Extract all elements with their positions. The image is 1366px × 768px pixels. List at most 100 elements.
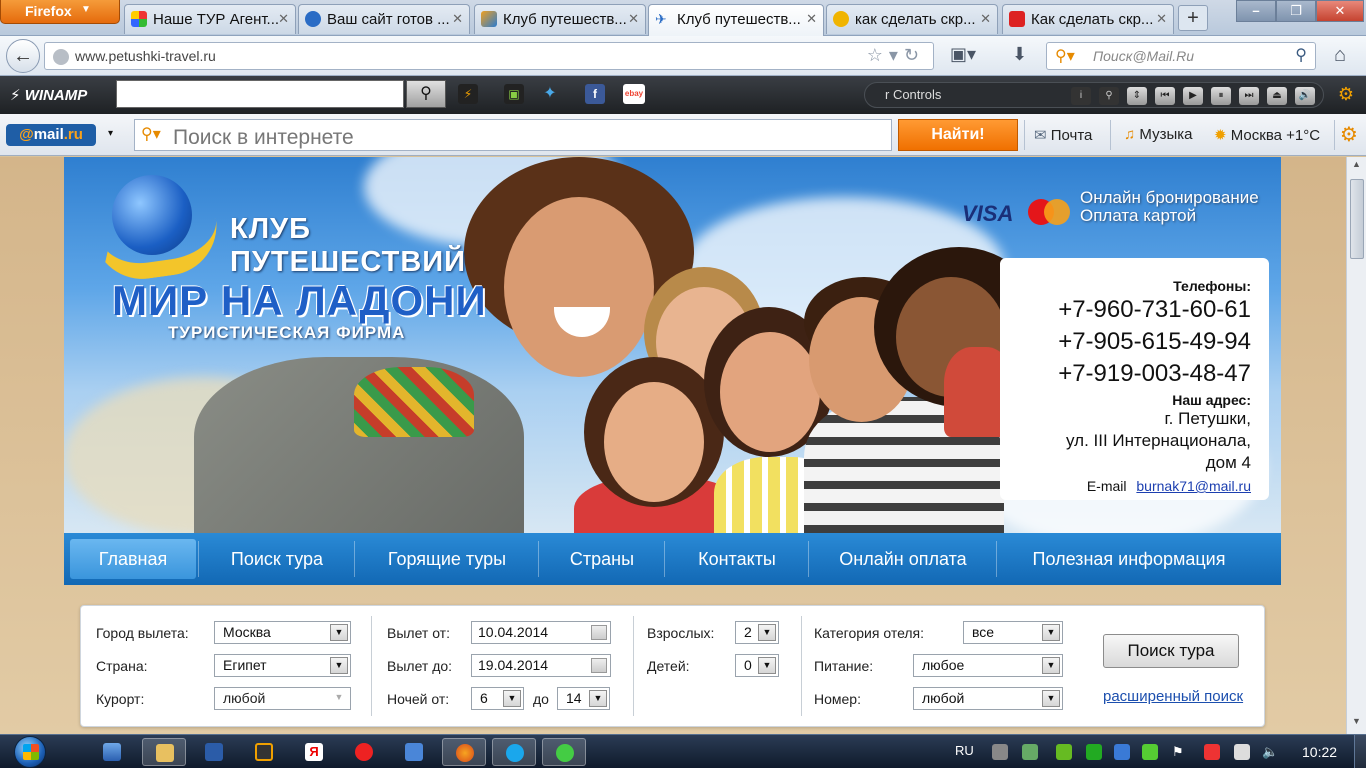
antivirus-icon[interactable] [1204, 744, 1220, 760]
scroll-up-arrow-icon[interactable]: ▲ [1349, 159, 1364, 175]
close-window-button[interactable]: ✕ [1316, 0, 1364, 22]
depart-to-input[interactable]: 19.04.2014 [471, 654, 611, 677]
resort-select[interactable]: любой ▼ [214, 687, 351, 710]
dropdown-arrow-icon[interactable]: ▾ [108, 128, 113, 139]
calendar-icon[interactable] [591, 658, 607, 673]
menu-item-countries[interactable]: Страны [540, 533, 664, 585]
find-button[interactable]: Найти! [898, 119, 1018, 151]
city-select[interactable]: Москва ▼ [214, 621, 351, 644]
clover-icon[interactable] [1086, 744, 1102, 760]
battery-icon[interactable] [1234, 744, 1250, 760]
menu-item-useful-info[interactable]: Полезная информация [998, 533, 1260, 585]
gear-icon[interactable]: ⚙ [1340, 122, 1358, 147]
volume-icon[interactable]: 🔈 [1262, 744, 1278, 760]
menu-item-tour-search[interactable]: Поиск тура [200, 533, 354, 585]
android-icon[interactable]: ▣ [504, 84, 524, 104]
menu-item-hot-tours[interactable]: Горящие туры [356, 533, 538, 585]
taskbar-app[interactable] [442, 738, 486, 766]
country-select[interactable]: Египет ▼ [214, 654, 351, 677]
nights-to-select[interactable]: 14 ▼ [557, 687, 610, 710]
maximize-button[interactable]: ❐ [1276, 0, 1316, 22]
browser-search-box[interactable]: ⚲▾ Поиск@Mail.Ru ⚲ [1046, 42, 1316, 70]
winamp-app-icon[interactable]: ⚡ [458, 84, 478, 104]
clock[interactable]: 10:22 [1302, 744, 1337, 760]
taskbar-app[interactable] [192, 738, 236, 766]
firefox-menu-button[interactable]: Firefox ▼ [0, 0, 120, 24]
winamp-search-input[interactable] [116, 80, 404, 108]
bookmark-star-icon[interactable]: ☆▾↻ [867, 45, 925, 66]
depart-from-input[interactable]: 10.04.2014 [471, 621, 611, 644]
search-engine-icon[interactable]: ⚲▾ [141, 124, 161, 144]
meals-select[interactable]: любое ▼ [913, 654, 1063, 677]
taskbar-app[interactable] [242, 738, 286, 766]
music-link[interactable]: ♫ Музыка [1124, 126, 1192, 143]
hotel-category-select[interactable]: все ▼ [963, 621, 1063, 644]
next-track-icon[interactable]: ⏭ [1239, 87, 1259, 105]
scroll-down-arrow-icon[interactable]: ▼ [1349, 716, 1364, 732]
nvidia-icon[interactable] [1056, 744, 1072, 760]
language-indicator[interactable]: RU [955, 743, 974, 758]
close-tab-icon[interactable]: ✕ [452, 11, 463, 27]
gear-icon[interactable]: ⚙ [1336, 84, 1356, 104]
taskbar-app[interactable] [492, 738, 536, 766]
home-icon[interactable]: ⌂ [1334, 44, 1346, 67]
menu-item-online-payment[interactable]: Онлайн оплата [810, 533, 996, 585]
info-icon[interactable]: i [1071, 87, 1091, 105]
twitter-icon[interactable]: ✦ [540, 84, 560, 104]
pause-icon[interactable]: ⏸ [1211, 87, 1231, 105]
network-icon[interactable] [992, 744, 1008, 760]
eject-icon[interactable]: ⏏ [1267, 87, 1287, 105]
check-icon[interactable] [1142, 744, 1158, 760]
email-link[interactable]: burnak71@mail.ru [1136, 478, 1251, 494]
start-button[interactable] [14, 736, 46, 768]
volume-icon[interactable]: 🔊 [1295, 87, 1315, 105]
app-tray-icon[interactable] [1114, 744, 1130, 760]
search-icon[interactable]: ⚲ [1099, 87, 1119, 105]
menu-item-contacts[interactable]: Контакты [666, 533, 808, 585]
children-select[interactable]: 0 ▼ [735, 654, 779, 677]
search-engine-icon[interactable]: ⚲▾ [1055, 46, 1075, 66]
search-icon[interactable]: ⚲ [1295, 45, 1307, 65]
facebook-icon[interactable]: f [585, 84, 605, 104]
taskbar-app[interactable] [142, 738, 186, 766]
download-icon[interactable]: ⬇ [1012, 44, 1027, 65]
address-bar[interactable]: www.petushki-travel.ru ☆▾↻ [44, 42, 934, 70]
close-tab-icon[interactable]: ✕ [980, 11, 991, 27]
close-tab-icon[interactable]: ✕ [806, 11, 817, 27]
weather-link[interactable]: ✹ Москва +1°C [1214, 126, 1320, 144]
close-tab-icon[interactable]: ✕ [628, 11, 639, 27]
mail-link[interactable]: ✉ Почта [1034, 126, 1092, 144]
calendar-icon[interactable] [591, 625, 607, 640]
browser-tab-active[interactable]: ✈ Клуб путешеств... ✕ [648, 4, 824, 36]
winamp-search-button[interactable]: ⚲ [406, 80, 446, 108]
play-icon[interactable]: ▶ [1183, 87, 1203, 105]
close-tab-icon[interactable]: ✕ [278, 11, 289, 27]
browser-tab[interactable]: Ваш сайт готов ... ✕ [298, 4, 470, 34]
mailru-logo[interactable]: @mail.ru [6, 124, 96, 146]
taskbar-app[interactable] [392, 738, 436, 766]
browser-tab[interactable]: Как сделать скр... ✕ [1002, 4, 1174, 34]
menu-item-home[interactable]: Главная [70, 539, 196, 579]
search-tour-button[interactable]: Поиск тура [1103, 634, 1239, 668]
new-tab-button[interactable]: + [1178, 5, 1208, 31]
browser-tab[interactable]: Клуб путешеств... ✕ [474, 4, 646, 34]
browser-tab[interactable]: как сделать скр... ✕ [826, 4, 998, 34]
advanced-search-link[interactable]: расширенный поиск [1103, 688, 1243, 705]
adults-select[interactable]: 2 ▼ [735, 621, 779, 644]
nights-from-select[interactable]: 6 ▼ [471, 687, 524, 710]
taskbar-app[interactable] [542, 738, 586, 766]
close-tab-icon[interactable]: ✕ [1156, 11, 1167, 27]
ebay-icon[interactable]: ebay [623, 84, 645, 104]
minimize-button[interactable]: – [1236, 0, 1276, 22]
taskbar-app[interactable] [90, 738, 134, 766]
signal-icon[interactable] [1022, 744, 1038, 760]
bookmarks-menu-icon[interactable]: ▣▾ [950, 44, 976, 65]
taskbar-app[interactable] [342, 738, 386, 766]
vertical-scrollbar[interactable]: ▲ ▼ [1346, 157, 1366, 734]
taskbar-app[interactable]: Я [292, 738, 336, 766]
flag-icon[interactable]: ⚑ [1172, 744, 1188, 760]
mailru-search-input[interactable]: ⚲▾ Поиск в интернете [134, 119, 892, 151]
room-select[interactable]: любой ▼ [913, 687, 1063, 710]
eq-icon[interactable]: ⇕ [1127, 87, 1147, 105]
previous-track-icon[interactable]: ⏮ [1155, 87, 1175, 105]
